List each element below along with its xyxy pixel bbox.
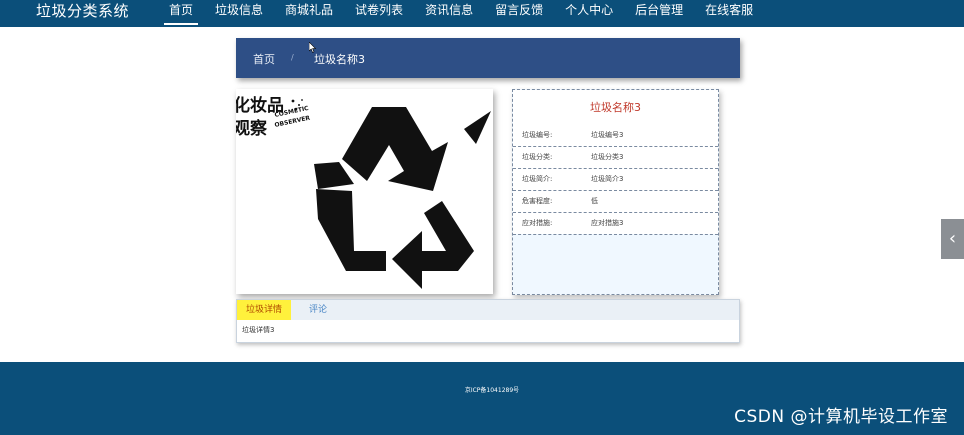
info-label: 危害程度: — [522, 197, 553, 205]
breadcrumb-separator: / — [291, 53, 294, 62]
nav-item-admin[interactable]: 后台管理 — [628, 0, 690, 20]
nav-item-garbage-info[interactable]: 垃圾信息 — [208, 0, 270, 20]
footer: 京ICP备1041289号 CSDN @计算机毕设工作室 — [0, 362, 964, 435]
info-value: 垃圾分类3 — [591, 153, 624, 161]
nav-item-feedback[interactable]: 留言反馈 — [488, 0, 550, 20]
nav-item-profile[interactable]: 个人中心 — [558, 0, 620, 20]
chevron-left-icon: ‹ — [948, 228, 957, 249]
info-label: 应对措施: — [522, 219, 553, 227]
info-row-id: 垃圾编号: 垃圾编号3 — [513, 125, 718, 147]
nav-item-online-support[interactable]: 在线客服 — [698, 0, 760, 20]
tab-detail[interactable]: 垃圾详情 — [237, 300, 291, 320]
tab-header: 垃圾详情 评论 — [237, 300, 739, 320]
recycle-icon: 化妆品 观察 COSMETIC OBSERVER — [236, 89, 493, 294]
tab-content: 垃圾详情3 — [242, 326, 275, 334]
info-value: 垃圾简介3 — [591, 175, 624, 183]
info-label: 垃圾简介: — [522, 175, 553, 183]
mouse-cursor-icon — [309, 42, 317, 53]
info-value: 低 — [591, 197, 598, 205]
side-toggle-button[interactable]: ‹ — [941, 219, 964, 259]
nav-item-news[interactable]: 资讯信息 — [418, 0, 480, 20]
info-value: 垃圾编号3 — [591, 131, 624, 139]
info-label: 垃圾分类: — [522, 153, 553, 161]
info-title: 垃圾名称3 — [590, 101, 641, 114]
detail-tabs: 垃圾详情 评论 垃圾详情3 — [236, 299, 740, 343]
icp-license: 京ICP备1041289号 — [464, 387, 520, 394]
breadcrumb-current: 垃圾名称3 — [314, 53, 365, 66]
nav-item-exam-list[interactable]: 试卷列表 — [348, 0, 410, 20]
site-title: 垃圾分类系统 — [36, 2, 130, 20]
tab-comment[interactable]: 评论 — [309, 300, 327, 320]
nav-item-gift-shop[interactable]: 商城礼品 — [278, 0, 340, 20]
info-row-intro: 垃圾简介: 垃圾简介3 — [513, 169, 718, 191]
product-image: 化妆品 观察 COSMETIC OBSERVER — [236, 89, 493, 294]
logo-text-cn-2: 观察 — [236, 118, 268, 139]
main-nav: 首页 垃圾信息 商城礼品 试卷列表 资讯信息 留言反馈 个人中心 后台管理 在线… — [162, 0, 768, 27]
nav-item-home[interactable]: 首页 — [162, 0, 200, 25]
info-row-category: 垃圾分类: 垃圾分类3 — [513, 147, 718, 169]
info-row-hazard: 危害程度: 低 — [513, 191, 718, 213]
top-nav-bar: 垃圾分类系统 首页 垃圾信息 商城礼品 试卷列表 资讯信息 留言反馈 个人中心 … — [0, 0, 964, 27]
info-label: 垃圾编号: — [522, 131, 553, 139]
watermark: CSDN @计算机毕设工作室 — [734, 407, 948, 427]
info-card-body: 垃圾名称3 垃圾编号: 垃圾编号3 垃圾分类: 垃圾分类3 垃圾简介: 垃圾简介… — [513, 90, 718, 235]
breadcrumb-home-link[interactable]: 首页 — [253, 51, 275, 67]
info-card: 垃圾名称3 垃圾编号: 垃圾编号3 垃圾分类: 垃圾分类3 垃圾简介: 垃圾简介… — [512, 89, 719, 295]
info-row-measures: 应对措施: 应对措施3 — [513, 213, 718, 235]
info-value: 应对措施3 — [591, 219, 624, 227]
